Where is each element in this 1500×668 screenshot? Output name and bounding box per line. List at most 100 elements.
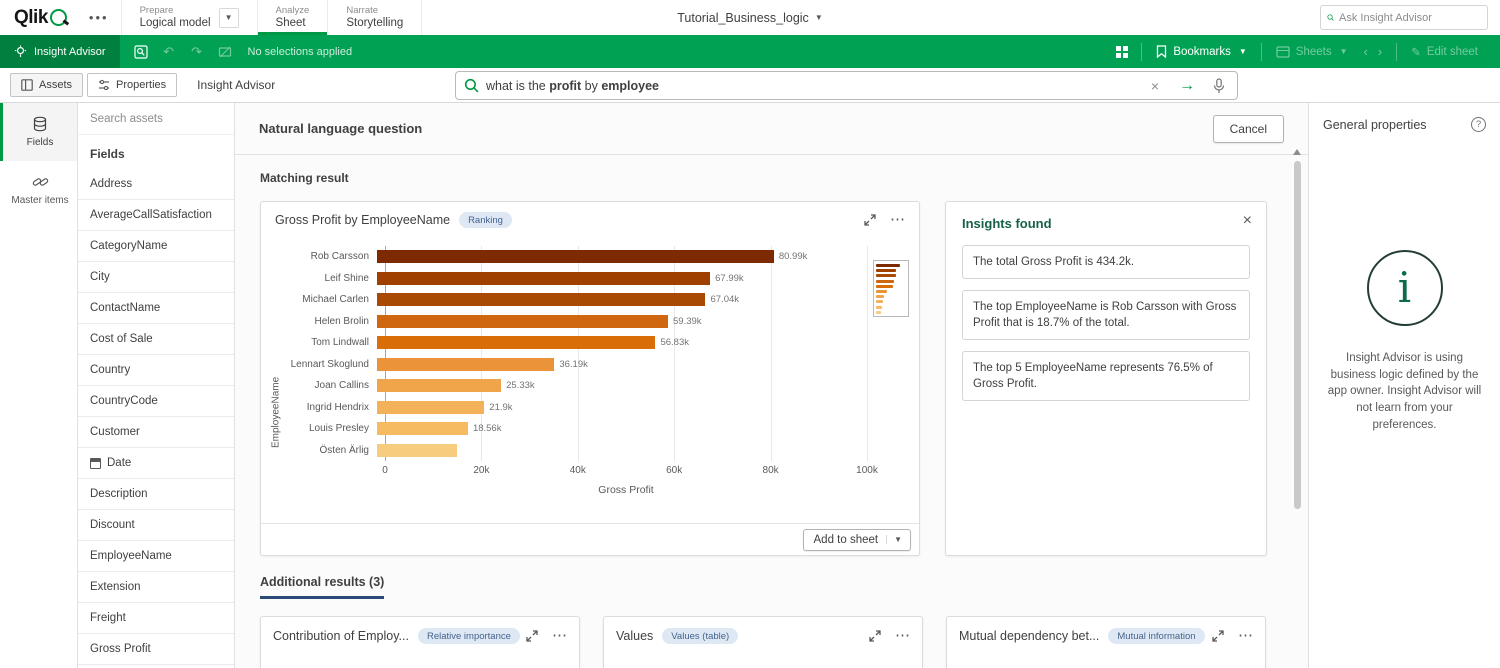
search-assets-input[interactable] (78, 103, 234, 135)
bar-row: Rob Carsson80.99k (285, 246, 913, 268)
assets-panel-icon (21, 79, 33, 91)
more-options-icon[interactable]: ⋯ (1238, 631, 1253, 641)
bar-value-label: 67.04k (705, 293, 739, 306)
next-sheet-icon[interactable]: › (1378, 44, 1382, 59)
asset-field-label: Country (90, 364, 130, 376)
app-title-dropdown[interactable]: Tutorial_Business_logic ▼ (677, 0, 822, 35)
edit-sheet-button[interactable]: ✎ Edit sheet (1403, 45, 1486, 59)
additional-result-card: Mutual dependency bet...Mutual informati… (946, 616, 1266, 668)
bookmarks-menu[interactable]: Bookmarks ▼ (1148, 45, 1254, 58)
selections-toolbar: Insight Advisor ↶ ↷ No selections applie… (0, 35, 1500, 68)
bar-lennart-skoglund[interactable] (377, 358, 554, 371)
query-segment: employee (601, 79, 659, 93)
asset-field-cost-of-sale[interactable]: Cost of Sale (78, 324, 234, 355)
ask-insight-advisor-input[interactable] (1339, 12, 1481, 24)
step-back-icon[interactable]: ↶ (156, 40, 182, 64)
x-tick-label: 80k (763, 465, 779, 476)
asset-field-label: CountryCode (90, 395, 158, 407)
asset-field-customer[interactable]: Customer (78, 417, 234, 448)
asset-field-employeename[interactable]: EmployeeName (78, 541, 234, 572)
global-more-menu-icon[interactable]: ••• (77, 0, 121, 35)
asset-type-rail: Fields Master items (0, 103, 78, 668)
rail-item-fields[interactable]: Fields (0, 103, 77, 161)
app-title-text: Tutorial_Business_logic (677, 11, 809, 25)
asset-field-discount[interactable]: Discount (78, 510, 234, 541)
bar-joan-callins[interactable] (377, 379, 501, 392)
category-label: Östen Ärlig (285, 445, 377, 456)
sheets-menu[interactable]: Sheets ▼ (1268, 46, 1356, 58)
logical-model-dropdown-icon[interactable]: ▼ (219, 8, 239, 28)
add-to-sheet-button[interactable]: Add to sheet ▼ (803, 529, 912, 551)
assets-panel: Fields AddressAverageCallSatisfactionCat… (78, 103, 235, 668)
cancel-button[interactable]: Cancel (1213, 115, 1284, 143)
chevron-down-icon: ▼ (886, 535, 902, 544)
bar-ingrid-hendrix[interactable] (377, 401, 484, 414)
asset-field-country[interactable]: Country (78, 355, 234, 386)
asset-field-extension[interactable]: Extension (78, 572, 234, 603)
step-forward-icon[interactable]: ↷ (184, 40, 210, 64)
general-properties-panel: General properties ? i Insight Advisor i… (1308, 103, 1500, 668)
nlq-search-box[interactable]: what is the profit by employee × → (455, 71, 1238, 100)
bar-leif-shine[interactable] (377, 272, 710, 285)
tab-additional-results[interactable]: Additional results (3) (260, 575, 384, 599)
asset-field-countrycode[interactable]: CountryCode (78, 386, 234, 417)
asset-field-description[interactable]: Description (78, 479, 234, 510)
asset-field-label: Description (90, 488, 148, 500)
selections-search-icon[interactable] (128, 40, 154, 64)
properties-toggle-label: Properties (116, 79, 166, 91)
bar-louis-presley[interactable] (377, 422, 468, 435)
chevron-down-icon: ▼ (1340, 47, 1348, 56)
more-options-icon[interactable]: ⋯ (890, 215, 905, 225)
app-overview-grid-icon[interactable] (1109, 40, 1135, 64)
scroll-up-arrow-icon[interactable] (1293, 149, 1301, 155)
asset-field-date[interactable]: Date (78, 448, 234, 479)
clear-selections-icon[interactable] (212, 40, 238, 64)
vertical-scrollbar[interactable] (1294, 161, 1301, 509)
nav-prepare[interactable]: Prepare Logical model ▼ (121, 0, 257, 35)
qlik-logo[interactable]: Qlik (0, 0, 77, 35)
clear-query-icon[interactable]: × (1141, 78, 1169, 94)
bar-row: Lennart Skoglund36.19k (285, 354, 913, 376)
qlik-logo-magnifier-icon (50, 9, 67, 26)
ask-insight-advisor-box[interactable] (1320, 5, 1488, 30)
nav-narrate[interactable]: Narrate Storytelling (327, 0, 422, 35)
insight-advisor-button[interactable]: Insight Advisor (0, 35, 120, 68)
main-content: Natural language question Cancel Matchin… (235, 103, 1308, 668)
previous-sheet-icon[interactable]: ‹ (1364, 44, 1368, 59)
more-options-icon[interactable]: ⋯ (552, 631, 567, 641)
submit-query-icon[interactable]: → (1169, 77, 1205, 95)
asset-field-contactname[interactable]: ContactName (78, 293, 234, 324)
expand-icon[interactable] (526, 630, 538, 642)
asset-field-categoryname[interactable]: CategoryName (78, 231, 234, 262)
assets-toggle-button[interactable]: Assets (10, 73, 83, 97)
expand-icon[interactable] (864, 214, 876, 226)
properties-toggle-button[interactable]: Properties (87, 73, 177, 97)
asset-field-gross-profit[interactable]: Gross Profit (78, 634, 234, 665)
more-options-icon[interactable]: ⋯ (895, 631, 910, 641)
bar-helen-brolin[interactable] (377, 315, 668, 328)
asset-field-freight[interactable]: Freight (78, 603, 234, 634)
assets-toggle-label: Assets (39, 79, 72, 91)
asset-field-label: Freight (90, 612, 126, 624)
nlq-query-text[interactable]: what is the profit by employee (486, 79, 1141, 93)
asset-field-address[interactable]: Address (78, 169, 234, 200)
nav-analyze[interactable]: Analyze Sheet (257, 0, 328, 35)
asset-field-city[interactable]: City (78, 262, 234, 293)
expand-icon[interactable] (1212, 630, 1224, 642)
asset-field-averagecallsatisfaction[interactable]: AverageCallSatisfaction (78, 200, 234, 231)
chart-mini-navigator[interactable] (873, 260, 909, 317)
bar-michael-carlen[interactable] (377, 293, 705, 306)
chart-card-header: Gross Profit by EmployeeName Ranking ⋯ (261, 202, 919, 232)
bar-östen-ärlig[interactable] (377, 444, 457, 457)
bar-rob-carsson[interactable] (377, 250, 774, 263)
expand-icon[interactable] (869, 630, 881, 642)
bar-row: Helen Brolin59.39k (285, 311, 913, 333)
help-icon[interactable]: ? (1471, 117, 1486, 132)
card-title: Values (616, 629, 653, 643)
microphone-icon[interactable] (1205, 78, 1229, 94)
bar-row: Michael Carlen67.04k (285, 289, 913, 311)
close-icon[interactable]: × (1243, 214, 1252, 228)
rail-item-master-items[interactable]: Master items (0, 161, 77, 219)
category-label: Tom Lindwall (285, 337, 377, 348)
bar-tom-lindwall[interactable] (377, 336, 655, 349)
